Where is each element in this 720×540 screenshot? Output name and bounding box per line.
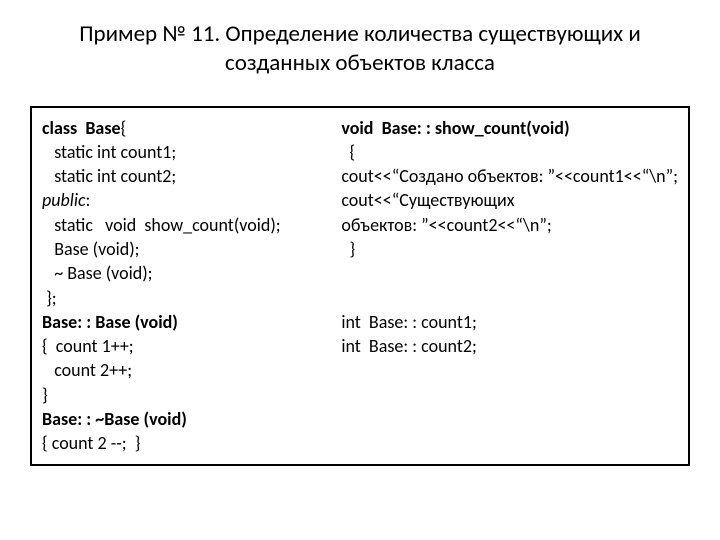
code-line: count 2++; bbox=[42, 359, 132, 381]
code-line: : bbox=[86, 189, 91, 211]
code-line: static void show_count(void); bbox=[42, 214, 281, 236]
code-line: static int count1; bbox=[42, 141, 176, 163]
code-left-column: class Base{ static int count1; static in… bbox=[42, 116, 341, 456]
code-line: Base: : Base (void) bbox=[42, 311, 178, 333]
code-line: } bbox=[341, 238, 355, 260]
code-line: int Base: : count2; bbox=[341, 335, 476, 357]
code-line: { count 1++; bbox=[42, 335, 134, 357]
code-line: cout<<“Создано объектов: ”<<count1<<“\n”… bbox=[341, 165, 678, 187]
code-line: объектов: ”<<count2<<“\n”; bbox=[341, 214, 551, 236]
code-line: int Base: : count1; bbox=[341, 311, 476, 333]
code-line: } bbox=[42, 384, 48, 406]
code-line: Base: : ~Base (void) bbox=[42, 408, 187, 430]
code-line: { bbox=[341, 141, 355, 163]
code-line: }; bbox=[42, 287, 57, 309]
code-line: class Base bbox=[42, 117, 121, 139]
code-line: { count 2 --; } bbox=[42, 432, 140, 454]
code-line: Base (void); bbox=[42, 238, 139, 260]
slide: Пример № 11. Определение количества суще… bbox=[0, 0, 720, 540]
slide-title: Пример № 11. Определение количества суще… bbox=[30, 20, 690, 78]
code-right-column: void Base: : show_count(void) { cout<<“С… bbox=[341, 116, 678, 456]
code-line: ~ Base (void); bbox=[42, 262, 153, 284]
code-line: { bbox=[121, 117, 127, 139]
code-box: class Base{ static int count1; static in… bbox=[30, 106, 690, 466]
code-line: public bbox=[42, 189, 86, 211]
code-line: void Base: : show_count(void) bbox=[341, 117, 569, 139]
code-line: cout<<“Существующих bbox=[341, 189, 514, 211]
code-line: static int count2; bbox=[42, 165, 176, 187]
